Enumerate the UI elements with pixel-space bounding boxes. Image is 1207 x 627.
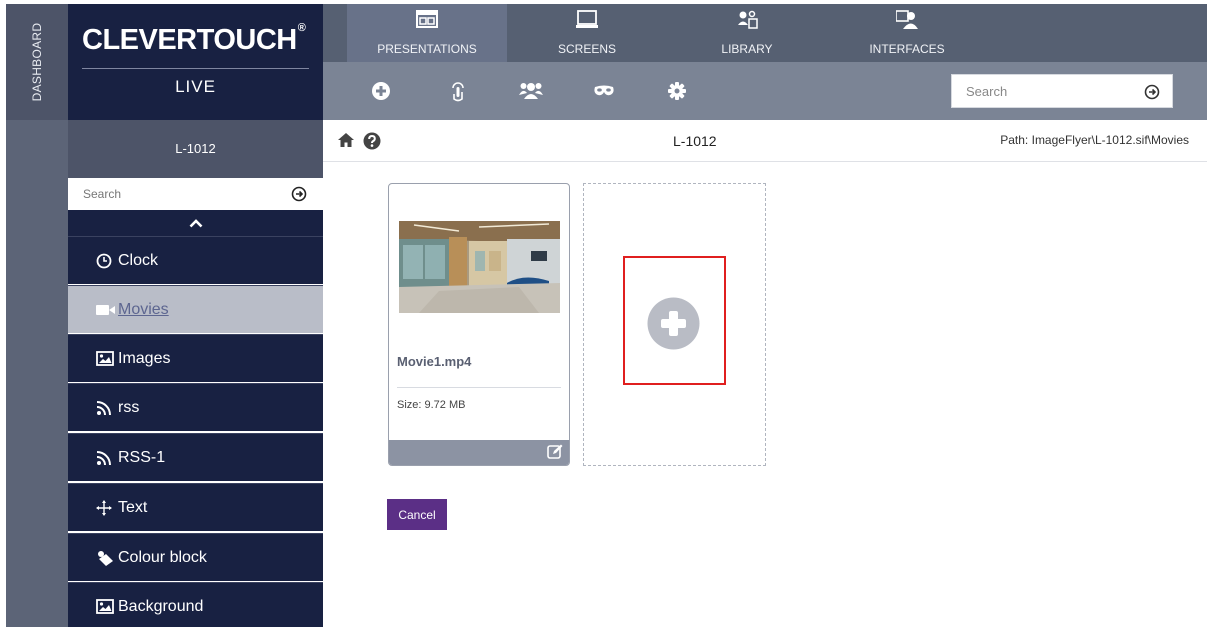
mask-icon	[594, 85, 614, 96]
presentation-icon	[416, 10, 438, 28]
main-tabs: PRESENTATIONS SCREENS LIBRARY INTERFACES	[323, 4, 1207, 62]
sidebar-header: L-1012	[68, 120, 323, 178]
edit-icon[interactable]	[547, 444, 563, 460]
sidebar-item-rss[interactable]: rss	[68, 383, 323, 431]
interfaces-icon	[896, 10, 918, 29]
card-divider	[397, 387, 561, 388]
move-arrows-icon	[96, 499, 116, 517]
touch-icon	[452, 82, 464, 102]
image-icon	[96, 598, 116, 616]
media-name: Movie1.mp4	[397, 354, 472, 369]
users-button[interactable]	[516, 77, 546, 105]
tab-label: SCREENS	[557, 42, 616, 56]
logo-brand: CLEVERTOUCH®	[82, 22, 306, 57]
sidebar-item-colour-block[interactable]: Colour block	[68, 533, 323, 581]
monitor-icon	[576, 10, 598, 28]
chevron-up-icon	[189, 218, 202, 227]
add-circle-icon	[372, 82, 390, 100]
video-camera-icon	[96, 301, 116, 319]
sidebar-scroll-up[interactable]	[68, 210, 323, 236]
logo-brand-text: CLEVERTOUCH	[82, 24, 297, 56]
paint-icon	[96, 549, 116, 567]
settings-button[interactable]	[662, 77, 692, 105]
tab-screens[interactable]: SCREENS	[507, 4, 667, 62]
tab-label: PRESENTATIONS	[377, 42, 477, 56]
sidebar-item-clock[interactable]: Clock	[68, 236, 323, 284]
logo-divider	[82, 68, 309, 69]
sidebar-item-rss-1[interactable]: RSS-1	[68, 433, 323, 481]
dashboard-strip[interactable]: DASHBOARD	[6, 4, 68, 627]
media-card[interactable]: Movie1.mp4 Size: 9.72 MB	[388, 183, 570, 466]
dashboard-label: DASHBOARD	[30, 22, 44, 102]
library-icon	[738, 10, 758, 29]
add-button[interactable]	[366, 77, 396, 105]
media-thumbnail	[399, 221, 560, 313]
search-input[interactable]	[952, 75, 1132, 107]
tab-label: INTERFACES	[869, 42, 945, 56]
image-icon	[96, 350, 116, 368]
logo-registered-mark: ®	[297, 22, 306, 34]
clock-icon	[96, 252, 116, 270]
sidebar-item-label: Clock	[118, 251, 159, 269]
logo: CLEVERTOUCH® LIVE	[68, 4, 323, 120]
media-size: Size: 9.72 MB	[397, 399, 466, 411]
sidebar-item-label: RSS-1	[118, 448, 166, 466]
sidebar-item-background[interactable]: Background	[68, 582, 323, 627]
sidebar-item-label: Background	[118, 597, 204, 615]
cancel-button[interactable]: Cancel	[387, 499, 447, 530]
sidebar-item-label: Text	[118, 498, 148, 516]
tab-interfaces[interactable]: INTERFACES	[827, 4, 987, 62]
arrow-circle-right-icon[interactable]	[291, 186, 307, 202]
toolbar	[323, 62, 1207, 120]
home-icon[interactable]	[337, 132, 355, 148]
tab-presentations[interactable]: PRESENTATIONS	[347, 4, 507, 62]
path-breadcrumb: Path: ImageFlyer\L-1012.sif\Movies	[1000, 133, 1189, 147]
sidebar-item-label: rss	[118, 398, 140, 416]
touch-button[interactable]	[443, 77, 473, 105]
tab-library[interactable]: LIBRARY	[667, 4, 827, 62]
sidebar-item-text[interactable]: Text	[68, 483, 323, 531]
sidebar-item-images[interactable]: Images	[68, 334, 323, 382]
users-icon	[519, 83, 543, 99]
sidebar-search-input[interactable]	[68, 178, 268, 210]
page-title: L-1012	[673, 133, 717, 149]
top-search-box	[951, 74, 1173, 108]
tab-label: LIBRARY	[721, 42, 773, 56]
rss-icon	[96, 449, 116, 467]
sidebar-item-label: Movies	[118, 300, 169, 318]
gear-icon	[668, 82, 686, 100]
add-media-button[interactable]	[647, 297, 700, 350]
card-footer	[389, 440, 569, 465]
content-header: L-1012 Path: ImageFlyer\L-1012.sif\Movie…	[323, 120, 1207, 162]
sidebar-item-label: Images	[118, 349, 171, 367]
logo-sub: LIVE	[175, 77, 216, 96]
dashboard-tab[interactable]: DASHBOARD	[6, 4, 68, 120]
sidebar-item-label: Colour block	[118, 548, 207, 566]
sidebar-search-box	[68, 178, 323, 210]
help-icon[interactable]	[363, 132, 381, 150]
mask-button[interactable]	[589, 77, 619, 105]
rss-icon	[96, 399, 116, 417]
sidebar-item-movies[interactable]: Movies	[68, 285, 323, 333]
arrow-circle-right-icon[interactable]	[1144, 84, 1160, 100]
